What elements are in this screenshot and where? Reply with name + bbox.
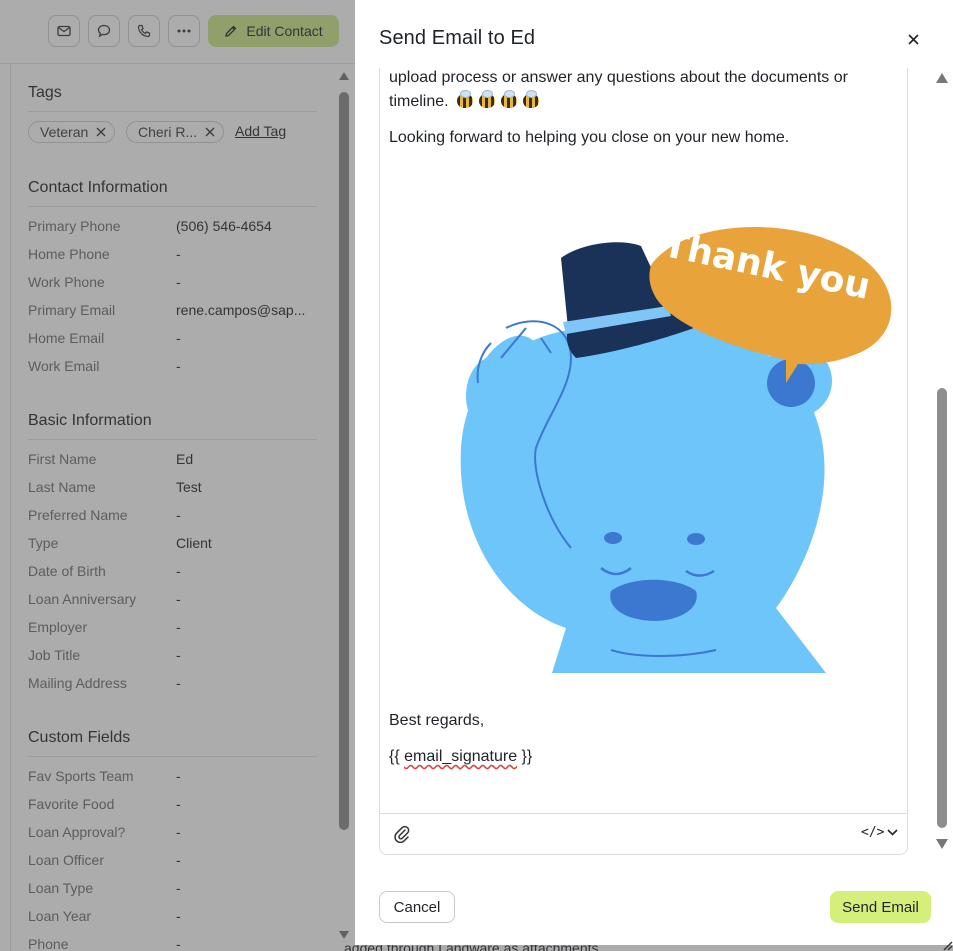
- scroll-down-icon[interactable]: [935, 838, 949, 850]
- bee-icon: [523, 90, 539, 108]
- signature-open: {{: [389, 748, 405, 765]
- close-icon: [907, 33, 919, 45]
- signature-variable: email_signature: [404, 748, 518, 765]
- body-line: timeline.: [389, 93, 449, 110]
- code-view-label: </>: [861, 825, 885, 840]
- signature-line: {{ email_signature }}: [389, 745, 532, 769]
- chevron-down-icon: [887, 829, 899, 836]
- resize-handle-icon[interactable]: [942, 940, 953, 951]
- bee-icon: [479, 90, 495, 108]
- bee-icon: [457, 90, 473, 108]
- scroll-up-icon[interactable]: [935, 72, 949, 84]
- signature-close: }}: [517, 748, 533, 765]
- body-line: Best regards,: [389, 712, 485, 729]
- email-body-editor[interactable]: upload process or answer any questions a…: [379, 68, 908, 855]
- send-email-modal: Send Email to Ed upload process or answe…: [355, 0, 953, 945]
- bee-icon: [501, 90, 517, 108]
- editor-toolbar: </>: [380, 813, 907, 854]
- editor-scrollbar-thumb[interactable]: [937, 388, 947, 828]
- paperclip-icon[interactable]: [393, 825, 411, 843]
- body-line: Looking forward to helping you close on …: [389, 129, 790, 146]
- body-line: upload process or answer any questions a…: [389, 69, 848, 86]
- modal-title: Send Email to Ed: [379, 27, 536, 49]
- cancel-button[interactable]: Cancel: [379, 891, 455, 923]
- bee-emojis: [457, 90, 539, 108]
- code-view-toggle[interactable]: </>: [861, 825, 899, 840]
- close-button[interactable]: [903, 29, 923, 49]
- send-email-button[interactable]: Send Email: [830, 891, 931, 923]
